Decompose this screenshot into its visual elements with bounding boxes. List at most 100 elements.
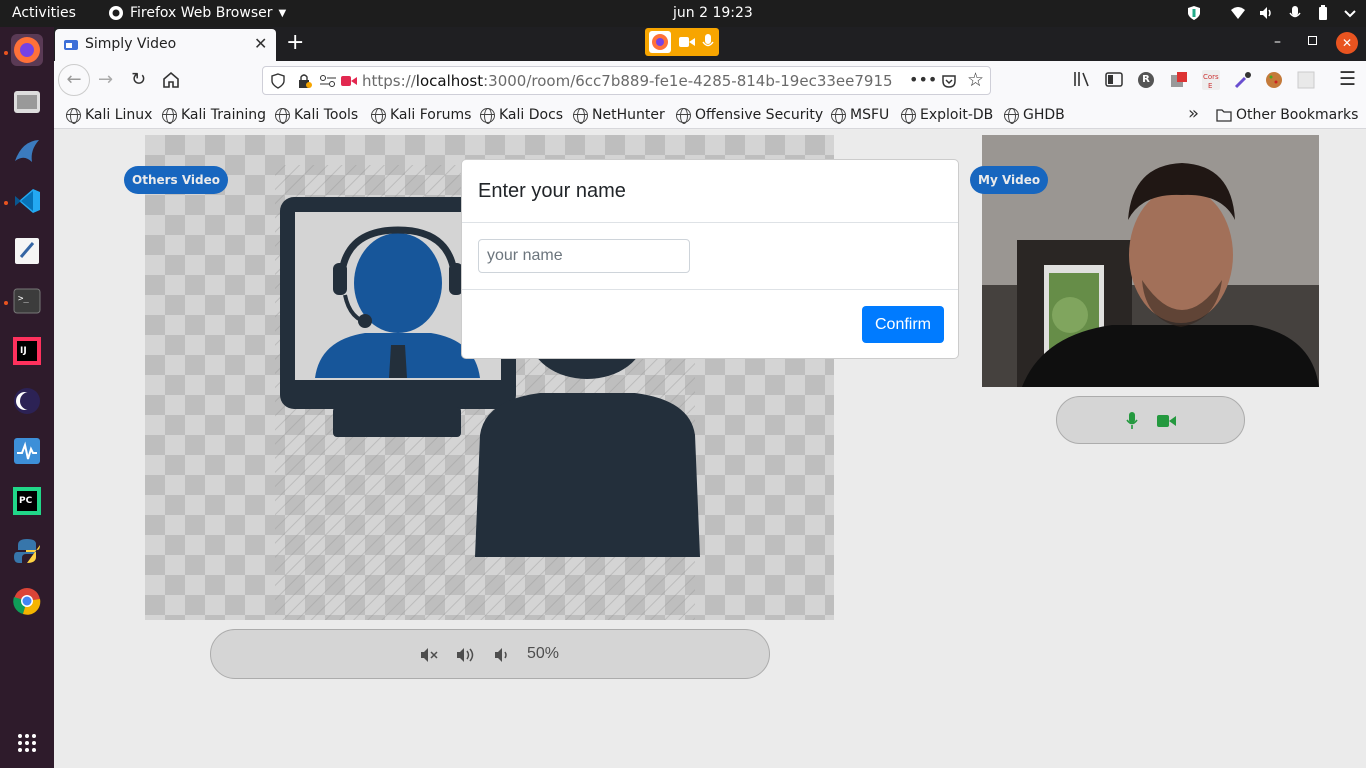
- files-icon[interactable]: [11, 85, 43, 117]
- intellij-icon[interactable]: IJ: [11, 335, 43, 367]
- forward-button[interactable]: →: [98, 71, 113, 89]
- bookmark-label: Kali Docs: [499, 107, 564, 123]
- db-icon[interactable]: [11, 135, 43, 167]
- extension-r-icon[interactable]: R: [1138, 72, 1154, 88]
- sidebar-icon[interactable]: [1105, 72, 1123, 87]
- eclipse-icon[interactable]: [11, 385, 43, 417]
- svg-text:Cors: Cors: [1203, 73, 1219, 81]
- battery-icon[interactable]: [1315, 5, 1331, 21]
- chevron-down-icon: ▼: [278, 7, 287, 19]
- tab-simply-video[interactable]: Simply Video ✕: [55, 29, 276, 61]
- app-grid-icon[interactable]: [11, 727, 43, 759]
- globe-icon: [676, 107, 691, 124]
- power-menu-icon[interactable]: [1342, 5, 1358, 21]
- hamburger-menu-icon[interactable]: ☰: [1339, 70, 1356, 89]
- text-editor-icon[interactable]: [11, 235, 43, 267]
- monitor-icon[interactable]: [11, 435, 43, 467]
- wifi-icon[interactable]: [1230, 5, 1246, 21]
- svg-text:IJ: IJ: [20, 346, 27, 356]
- firefox-small-icon: [109, 6, 123, 20]
- library-icon[interactable]: [1073, 71, 1091, 87]
- pycharm-icon[interactable]: PC: [11, 485, 43, 517]
- firefox-icon[interactable]: [11, 34, 43, 66]
- url-host: localhost: [415, 72, 484, 90]
- svg-text:>_: >_: [18, 294, 29, 304]
- other-bookmarks-folder[interactable]: Other Bookmarks: [1216, 106, 1358, 124]
- cors-extension-icon[interactable]: CorsE: [1202, 70, 1220, 90]
- eyedropper-icon[interactable]: [1234, 71, 1252, 89]
- volume-icon[interactable]: [1258, 5, 1274, 21]
- bookmark-kali-training[interactable]: Kali Training: [162, 106, 266, 124]
- bookmark-nethunter[interactable]: NetHunter: [573, 106, 665, 124]
- globe-icon: [573, 107, 588, 124]
- globe-icon: [901, 107, 916, 124]
- running-indicator: [4, 301, 8, 305]
- cookie-icon[interactable]: [1265, 71, 1283, 89]
- firefox-icon: [649, 31, 671, 53]
- extension-red-icon[interactable]: [1170, 71, 1188, 89]
- bookmark-kali-linux[interactable]: Kali Linux: [66, 106, 152, 124]
- url-bar[interactable]: https://localhost:3000/room/6cc7b889-fe1…: [262, 66, 991, 95]
- bookmark-label: Kali Training: [181, 107, 266, 123]
- globe-icon: [162, 107, 177, 124]
- bookmark-label: Kali Tools: [294, 107, 359, 123]
- other-bookmarks-label: Other Bookmarks: [1236, 107, 1359, 123]
- tracking-shield-icon[interactable]: [271, 73, 285, 89]
- confirm-button[interactable]: Confirm: [862, 306, 944, 343]
- close-tab-icon[interactable]: ✕: [254, 34, 267, 53]
- bookmarks-overflow-button[interactable]: »: [1188, 103, 1199, 124]
- bookmark-kali-docs[interactable]: Kali Docs: [480, 106, 563, 124]
- reload-button[interactable]: ↻: [131, 71, 146, 89]
- bookmark-label: NetHunter: [592, 107, 665, 123]
- sharing-indicator[interactable]: [645, 28, 719, 56]
- maximize-button[interactable]: [1308, 36, 1317, 45]
- python-icon[interactable]: [11, 535, 43, 567]
- microphone-icon[interactable]: [1287, 5, 1303, 21]
- bookmark-label: MSFU: [850, 107, 890, 123]
- microphone-share-icon: [702, 34, 714, 47]
- svg-text:E: E: [1208, 82, 1212, 90]
- vscode-icon[interactable]: [11, 185, 43, 217]
- app-menu[interactable]: Firefox Web Browser ▼: [108, 5, 286, 21]
- url-text[interactable]: https://localhost:3000/room/6cc7b889-fe1…: [362, 72, 893, 90]
- new-tab-button[interactable]: +: [286, 30, 304, 55]
- back-button[interactable]: ←: [58, 64, 90, 96]
- page-actions-icon[interactable]: •••: [909, 70, 937, 89]
- globe-icon: [275, 107, 290, 124]
- shield-icon[interactable]: [1186, 5, 1202, 21]
- bookmark-kali-tools[interactable]: Kali Tools: [275, 106, 358, 124]
- bookmark-msfu[interactable]: MSFU: [831, 106, 889, 124]
- bookmark-ghdb[interactable]: GHDB: [1004, 106, 1065, 124]
- camera-in-use-icon[interactable]: [341, 75, 357, 87]
- close-window-button[interactable]: ✕: [1336, 32, 1358, 54]
- clock[interactable]: jun 2 19:23: [673, 5, 753, 21]
- system-top-bar: Activities Firefox Web Browser ▼ jun 2 1…: [0, 0, 1366, 27]
- extension-grid-icon[interactable]: [1297, 71, 1315, 89]
- url-prefix: https://: [362, 72, 416, 90]
- url-path: :3000/room/6cc7b889-fe1e-4285-814b-19ec3…: [483, 72, 893, 90]
- lock-warning-icon[interactable]: [298, 73, 312, 89]
- activities-button[interactable]: Activities: [12, 5, 76, 21]
- name-input[interactable]: [478, 239, 690, 273]
- bookmark-label: Offensive Security: [695, 107, 824, 123]
- home-button[interactable]: [162, 71, 180, 88]
- pocket-icon[interactable]: [941, 73, 957, 89]
- globe-icon: [831, 107, 846, 124]
- dialog-divider: [462, 289, 958, 290]
- running-indicator: [4, 51, 8, 55]
- permissions-icon[interactable]: [319, 74, 337, 88]
- tab-title: Simply Video: [85, 36, 177, 52]
- bookmark-star-icon[interactable]: ☆: [967, 69, 984, 91]
- terminal-icon[interactable]: >_: [11, 285, 43, 317]
- name-dialog: Enter your name Confirm: [461, 159, 959, 359]
- bookmark-label: Kali Forums: [390, 107, 472, 123]
- favicon-icon: [64, 40, 78, 50]
- bookmark-offensive-security[interactable]: Offensive Security: [676, 106, 823, 124]
- running-indicator: [4, 201, 8, 205]
- bookmark-exploit-db[interactable]: Exploit-DB: [901, 106, 993, 124]
- globe-icon: [66, 107, 81, 124]
- bookmark-kali-forums[interactable]: Kali Forums: [371, 106, 471, 124]
- chrome-icon[interactable]: [11, 585, 43, 617]
- minimize-button[interactable]: –: [1274, 34, 1281, 50]
- dialog-divider: [462, 222, 958, 223]
